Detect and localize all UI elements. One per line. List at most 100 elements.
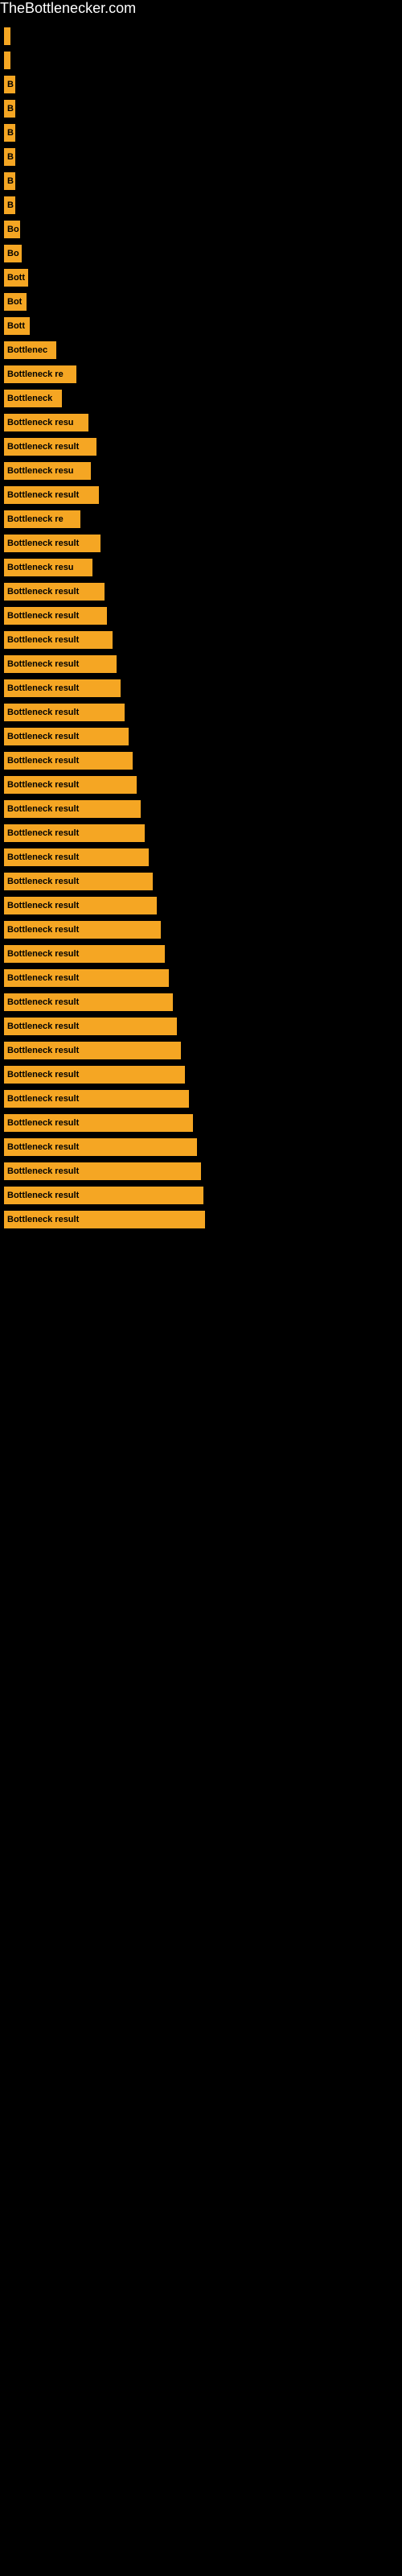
- bar-row: Bott: [4, 315, 402, 337]
- bar-row: Bottleneck result: [4, 798, 402, 820]
- bar-label: Bott: [7, 321, 25, 331]
- bar-row: B: [4, 122, 402, 144]
- bar: Bottleneck result: [4, 1066, 185, 1084]
- bar-label: Bottlenec: [7, 345, 47, 355]
- bar: Bott: [4, 269, 28, 287]
- bar: B: [4, 148, 15, 166]
- bar-label: Bottleneck result: [7, 1118, 79, 1128]
- bar: Bottleneck result: [4, 1042, 181, 1059]
- bar-row: Bottleneck re: [4, 508, 402, 530]
- bar-row: Bottlenec: [4, 339, 402, 361]
- bar-label: Bottleneck result: [7, 1046, 79, 1055]
- bar: Bottleneck result: [4, 873, 153, 890]
- bar-label: Bottleneck result: [7, 611, 79, 621]
- bar-label: Bott: [7, 273, 25, 283]
- bar-label: B: [7, 176, 14, 186]
- bar-label: Bottleneck result: [7, 997, 79, 1007]
- bar-row: Bottleneck result: [4, 436, 402, 458]
- bar-label: B: [7, 104, 14, 114]
- bar: Bottleneck result: [4, 486, 99, 504]
- bar-row: Bottleneck: [4, 387, 402, 410]
- bar-row: B: [4, 170, 402, 192]
- bar-label: Bottleneck result: [7, 732, 79, 741]
- bar-label: Bottleneck result: [7, 442, 79, 452]
- bar-row: Bottleneck result: [4, 629, 402, 651]
- bar-row: B: [4, 73, 402, 96]
- bar-label: Bottleneck result: [7, 852, 79, 862]
- bar-row: Bot: [4, 291, 402, 313]
- bar-label: B: [7, 200, 14, 210]
- bar: B: [4, 196, 15, 214]
- bar: Bottleneck result: [4, 535, 100, 552]
- bar: Bottleneck result: [4, 679, 121, 697]
- bar-row: Bottleneck result: [4, 1184, 402, 1207]
- bar-label: Bottleneck result: [7, 659, 79, 669]
- bar-row: Bottleneck result: [4, 1136, 402, 1158]
- bar-label: Bottleneck result: [7, 635, 79, 645]
- site-title: TheBottlenecker.com: [0, 0, 402, 17]
- bar: Bottleneck result: [4, 1114, 193, 1132]
- bar-label: B: [7, 80, 14, 89]
- bar-label: Bottleneck result: [7, 683, 79, 693]
- bar: Bottleneck: [4, 390, 62, 407]
- bar-row: B: [4, 194, 402, 217]
- bar: Bottleneck result: [4, 1211, 205, 1228]
- bar-row: Bo: [4, 242, 402, 265]
- bar: Bottleneck resu: [4, 559, 92, 576]
- bar-label: Bottleneck result: [7, 877, 79, 886]
- bar-row: Bottleneck result: [4, 725, 402, 748]
- bar: Bot: [4, 293, 27, 311]
- bar-label: Bot: [7, 297, 22, 307]
- bar-row: Bottleneck resu: [4, 411, 402, 434]
- bar: Bottleneck result: [4, 752, 133, 770]
- bar: [4, 52, 10, 69]
- bar-label: Bottleneck result: [7, 587, 79, 597]
- bar-label: Bottleneck result: [7, 708, 79, 717]
- bar: Bottlenec: [4, 341, 56, 359]
- bar: Bottleneck result: [4, 704, 125, 721]
- bar-label: Bottleneck result: [7, 539, 79, 548]
- bar-label: Bottleneck result: [7, 1142, 79, 1152]
- bar: Bottleneck result: [4, 1138, 197, 1156]
- bar-row: Bottleneck result: [4, 677, 402, 700]
- bar: Bottleneck result: [4, 824, 145, 842]
- bar-row: Bottleneck result: [4, 701, 402, 724]
- bar-label: Bottleneck result: [7, 490, 79, 500]
- bar-label: Bottleneck result: [7, 780, 79, 790]
- bar: Bottleneck result: [4, 993, 173, 1011]
- bar: Bottleneck result: [4, 800, 141, 818]
- bar-row: Bottleneck result: [4, 1088, 402, 1110]
- bar-label: Bottleneck resu: [7, 466, 74, 476]
- bar-row: Bottleneck result: [4, 1063, 402, 1086]
- bar: Bottleneck result: [4, 1187, 203, 1204]
- bar: Bottleneck result: [4, 1090, 189, 1108]
- bar-row: Bottleneck result: [4, 580, 402, 603]
- bar: Bottleneck result: [4, 897, 157, 914]
- bar-label: Bottleneck re: [7, 514, 64, 524]
- bar-row: Bottleneck result: [4, 822, 402, 844]
- bar-row: Bottleneck result: [4, 1112, 402, 1134]
- bar-row: Bottleneck result: [4, 991, 402, 1013]
- bar-label: Bottleneck result: [7, 901, 79, 910]
- bar-row: B: [4, 97, 402, 120]
- bar-label: Bottleneck result: [7, 973, 79, 983]
- bar-label: Bo: [7, 249, 19, 258]
- bars-container: BBBBBBBoBoBottBotBottBottlenecBottleneck…: [0, 17, 402, 1232]
- bar: Bottleneck result: [4, 607, 107, 625]
- bar-row: Bo: [4, 218, 402, 241]
- bar-row: Bottleneck resu: [4, 556, 402, 579]
- bar-label: Bottleneck result: [7, 1070, 79, 1080]
- bar-label: Bottleneck result: [7, 1215, 79, 1224]
- bar: Bo: [4, 221, 20, 238]
- bar-label: Bottleneck result: [7, 1094, 79, 1104]
- bar-label: Bottleneck re: [7, 369, 64, 379]
- bar: B: [4, 100, 15, 118]
- bar: Bottleneck result: [4, 583, 105, 601]
- bar-label: Bottleneck result: [7, 1191, 79, 1200]
- bar-row: Bottleneck result: [4, 484, 402, 506]
- bar: Bottleneck result: [4, 438, 96, 456]
- bar: Bott: [4, 317, 30, 335]
- bar-label: Bottleneck result: [7, 828, 79, 838]
- bar: B: [4, 172, 15, 190]
- bar-row: Bottleneck result: [4, 653, 402, 675]
